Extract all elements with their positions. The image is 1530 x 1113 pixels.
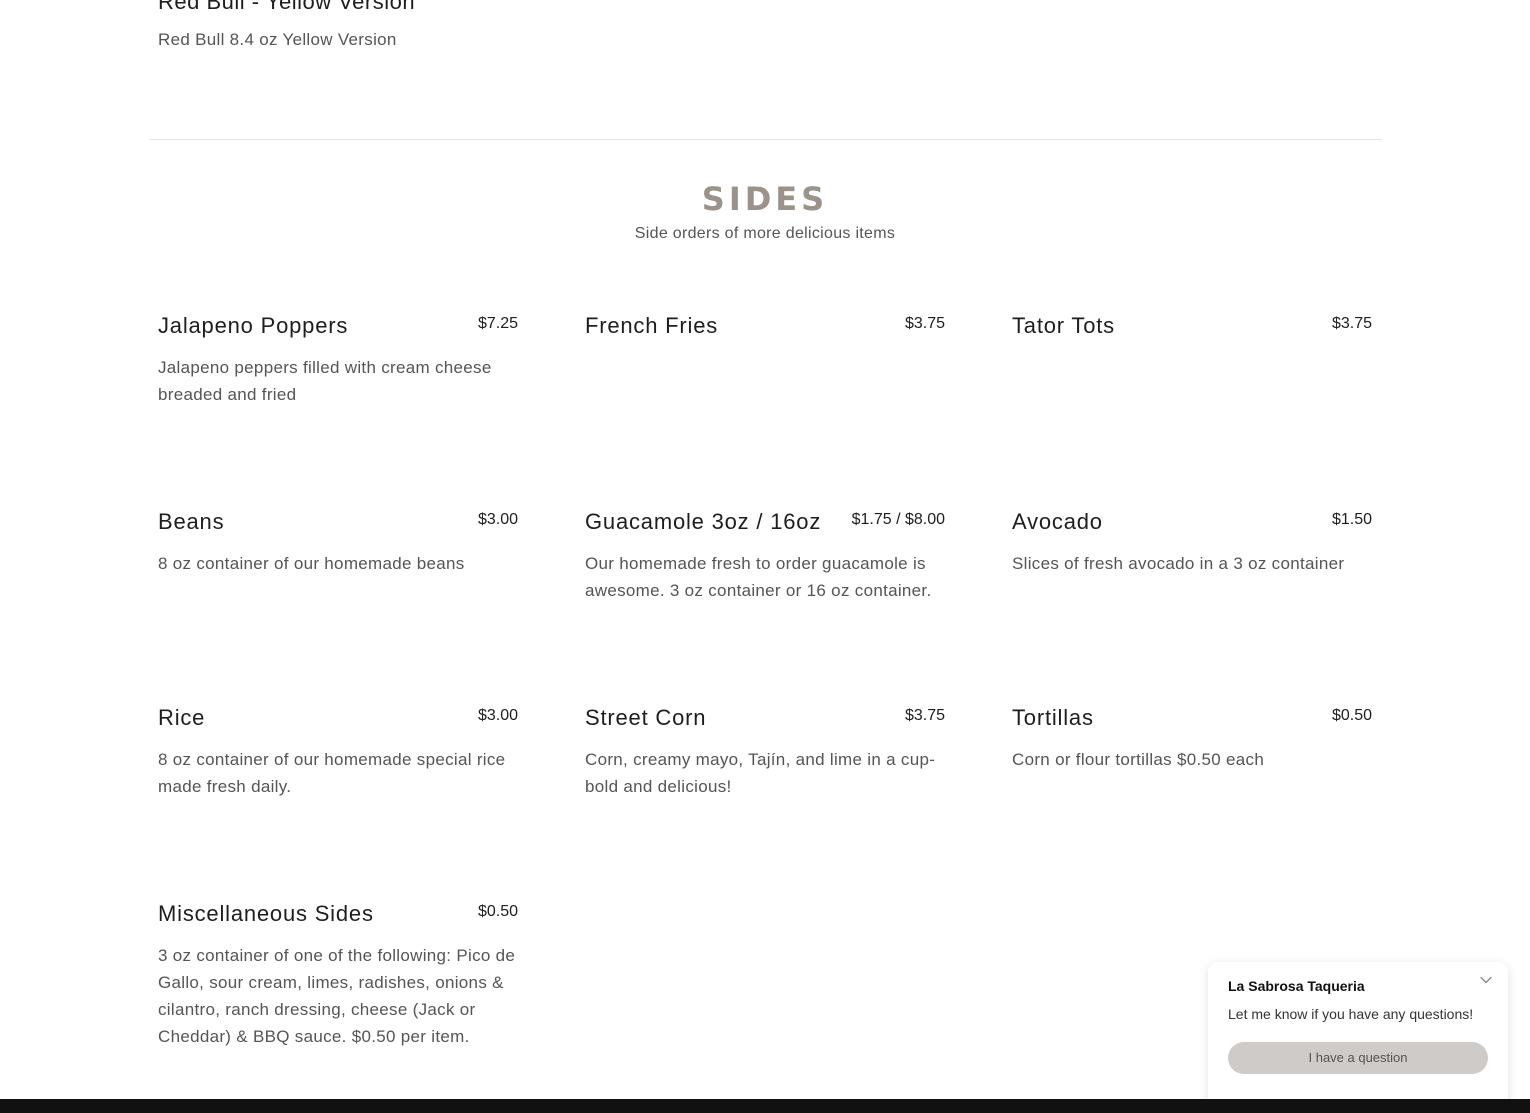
menu-item-description: Red Bull 8.4 oz Yellow Version [158, 30, 397, 49]
menu-item-price: $1.75 / $8.00 [851, 511, 945, 528]
menu-item-description: 3 oz container of one of the following: … [158, 946, 516, 1046]
menu-item-price: $7.25 [477, 315, 518, 332]
section-divider [149, 139, 1382, 140]
menu-item[interactable]: French Fries $3.75 [585, 310, 945, 354]
menu-item[interactable]: Jalapeno Poppers $7.25 Jalapeno peppers … [158, 310, 518, 408]
menu-item-price: $3.75 [904, 315, 945, 332]
menu-item-price: $0.50 [1331, 707, 1372, 724]
footer-bar [0, 1099, 1530, 1113]
menu-item-name: Avocado [1012, 509, 1103, 534]
menu-item-name: Guacamole 3oz / 16oz [585, 509, 822, 534]
menu-item-name: French Fries [585, 313, 719, 338]
chevron-down-icon[interactable] [1478, 972, 1494, 988]
menu-item-previous: Red Bull - Yellow Version Red Bull 8.4 o… [158, 0, 518, 53]
menu-item[interactable]: Tortillas $0.50 Corn or flour tortillas … [1012, 702, 1372, 773]
menu-item-description: Jalapeno peppers filled with cream chees… [158, 358, 492, 404]
menu-item-name: Jalapeno Poppers [158, 313, 349, 338]
menu-item[interactable]: Beans $3.00 8 oz container of our homema… [158, 506, 518, 577]
menu-item-name: Red Bull - Yellow Version [158, 0, 416, 14]
menu-item-name: Rice [158, 705, 206, 730]
menu-item-name: Street Corn [585, 705, 707, 730]
menu-item-description: 8 oz container of our homemade special r… [158, 750, 506, 796]
ask-question-button[interactable]: I have a question [1228, 1042, 1488, 1074]
menu-item-price: $1.50 [1331, 511, 1372, 528]
menu-item-description: 8 oz container of our homemade beans [158, 554, 465, 573]
menu-item[interactable]: Street Corn $3.75 Corn, creamy mayo, Taj… [585, 702, 945, 800]
menu-item-price: $3.75 [1331, 315, 1372, 332]
section-subtitle: Side orders of more delicious items [634, 225, 896, 242]
menu-item-description: Slices of fresh avocado in a 3 oz contai… [1012, 554, 1345, 573]
menu-item-name: Tortillas [1012, 705, 1094, 730]
chat-widget: La Sabrosa Taqueria Let me know if you h… [1208, 962, 1508, 1113]
menu-item-price: $3.00 [477, 707, 518, 724]
menu-item-description: Corn, creamy mayo, Tajín, and lime in a … [585, 750, 936, 796]
menu-item-name: Beans [158, 509, 225, 534]
menu-item-price: $3.00 [477, 511, 518, 528]
menu-item-price: $3.75 [904, 707, 945, 724]
menu-item[interactable]: Tator Tots $3.75 [1012, 310, 1372, 354]
menu-item[interactable]: Guacamole 3oz / 16oz $1.75 / $8.00 Our h… [585, 506, 945, 604]
menu-item-description: Corn or flour tortillas $0.50 each [1012, 750, 1265, 769]
menu-item[interactable]: Miscellaneous Sides $0.50 3 oz container… [158, 898, 518, 1050]
menu-item-description: Our homemade fresh to order guacamole is… [585, 554, 932, 600]
menu-item[interactable]: Avocado $1.50 Slices of fresh avocado in… [1012, 506, 1372, 577]
chat-business-name: La Sabrosa Taqueria [1228, 978, 1365, 994]
chat-message: Let me know if you have any questions! [1228, 1006, 1474, 1022]
menu-item-name: Tator Tots [1012, 313, 1115, 338]
section-title: SIDES [701, 180, 829, 218]
menu-item-name: Miscellaneous Sides [158, 901, 374, 926]
menu-item[interactable]: Rice $3.00 8 oz container of our homemad… [158, 702, 518, 800]
menu-item-price: $0.50 [477, 903, 518, 920]
